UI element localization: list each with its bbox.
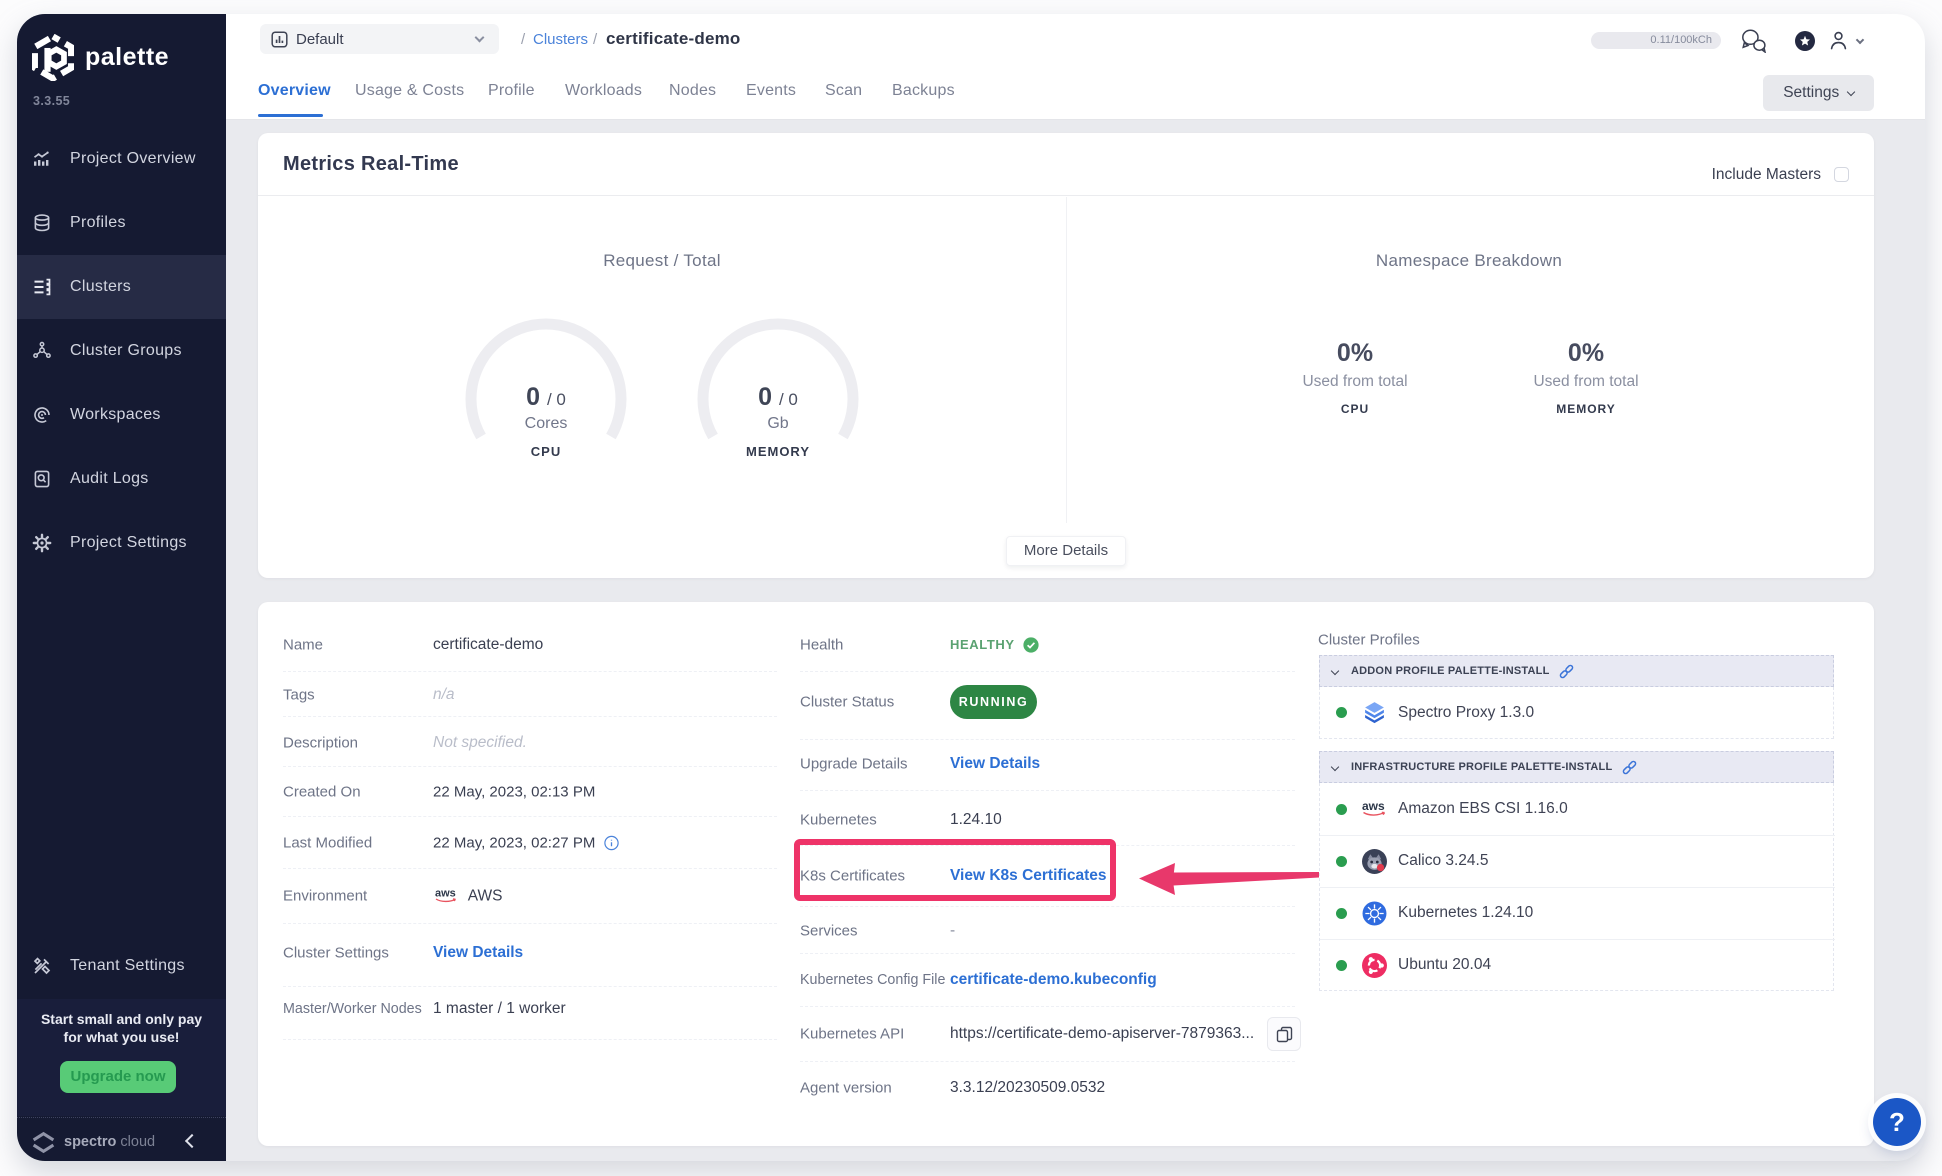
svg-text:aws: aws bbox=[435, 888, 456, 900]
svg-text:aws: aws bbox=[1362, 799, 1385, 813]
